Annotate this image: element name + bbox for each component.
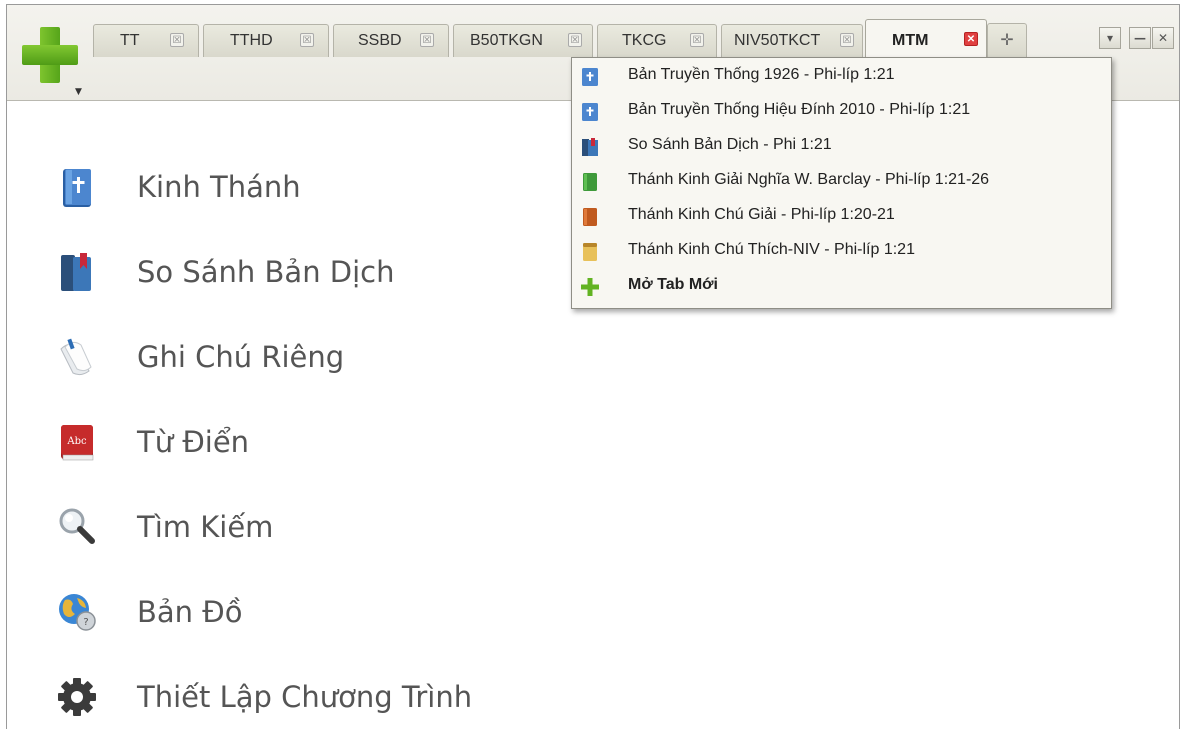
- tab-label: NIV50TKCT: [734, 32, 821, 49]
- menu-label: Ghi Chú Riêng: [137, 340, 345, 374]
- tab-close-icon[interactable]: ☒: [568, 33, 582, 47]
- search-icon: [59, 508, 95, 544]
- menu-label: Từ Điển: [137, 425, 250, 459]
- open-tabs-dropdown: Bản Truyền Thống 1926 - Phi-líp 1:21 Bản…: [571, 57, 1112, 309]
- tab-label: TT: [120, 32, 140, 49]
- dropdown-item[interactable]: Thánh Kinh Chú Thích-NIV - Phi-líp 1:21: [572, 233, 1111, 269]
- dropdown-item-label: Thánh Kinh Chú Giải - Phi-líp 1:20-21: [628, 206, 895, 223]
- tab-tkcg[interactable]: TKCG ☒: [597, 24, 717, 57]
- dropdown-item[interactable]: So Sánh Bản Dịch - Phi 1:21: [572, 128, 1111, 164]
- tab-label: TKCG: [622, 32, 667, 49]
- menu-label: Thiết Lập Chương Trình: [137, 680, 473, 714]
- new-tab-menu-button[interactable]: ▼: [13, 13, 93, 97]
- menu-item-so-sanh-ban-dich[interactable]: So Sánh Bản Dịch: [47, 242, 567, 302]
- chevron-down-icon: ▼: [75, 87, 82, 97]
- tab-list-button[interactable]: ▾: [1099, 27, 1121, 49]
- yellow-book-icon: [583, 243, 597, 261]
- menu-label: Kinh Thánh: [137, 170, 301, 204]
- dropdown-item-label: Bản Truyền Thống Hiệu Đính 2010 - Phi-lí…: [628, 101, 971, 118]
- tab-label: B50TKGN: [470, 32, 543, 49]
- dropdown-item[interactable]: Bản Truyền Thống Hiệu Đính 2010 - Phi-lí…: [572, 93, 1111, 129]
- dropdown-item-label: Mở Tab Mới: [628, 276, 718, 293]
- tab-close-icon[interactable]: ☒: [420, 33, 434, 47]
- tab-label: SSBD: [358, 32, 402, 49]
- close-button[interactable]: ✕: [1152, 27, 1174, 49]
- menu-item-tim-kiem[interactable]: Tìm Kiếm: [47, 497, 567, 557]
- plus-icon: [581, 278, 599, 296]
- tab-mtm[interactable]: MTM ✕: [865, 19, 987, 57]
- tab-label: MTM: [892, 32, 929, 49]
- svg-text:Abc: Abc: [66, 436, 87, 447]
- gear-icon: [58, 678, 96, 716]
- menu-item-thiet-lap-chuong-trinh[interactable]: Thiết Lập Chương Trình: [47, 667, 567, 727]
- dropdown-item-label: Bản Truyền Thống 1926 - Phi-líp 1:21: [628, 66, 895, 83]
- tab-ssbd[interactable]: SSBD ☒: [333, 24, 449, 57]
- add-tab-button[interactable]: ✛: [987, 23, 1027, 57]
- bible-icon: [582, 68, 598, 86]
- menu-item-ghi-chu-rieng[interactable]: Ghi Chú Riêng: [47, 327, 567, 387]
- svg-text:?: ?: [83, 617, 88, 628]
- dropdown-item-label: Thánh Kinh Giải Nghĩa W. Barclay - Phi-l…: [628, 171, 990, 188]
- menu-label: So Sánh Bản Dịch: [137, 255, 395, 289]
- dropdown-item[interactable]: Bản Truyền Thống 1926 - Phi-líp 1:21: [572, 58, 1111, 94]
- compare-books-icon: [61, 253, 91, 291]
- tab-close-icon[interactable]: ☒: [690, 33, 704, 47]
- tab-close-icon[interactable]: ☒: [170, 33, 184, 47]
- orange-book-icon: [583, 208, 597, 226]
- dropdown-item-new-tab[interactable]: Mở Tab Mới: [572, 268, 1111, 304]
- menu-item-kinh-thanh[interactable]: Kinh Thánh: [47, 157, 567, 217]
- bible-icon: [63, 169, 91, 207]
- menu-label: Bản Đồ: [137, 595, 243, 629]
- menu-item-tu-dien[interactable]: Abc Từ Điển: [47, 412, 567, 472]
- tab-close-icon[interactable]: ✕: [964, 32, 978, 46]
- menu-item-ban-do[interactable]: ? Bản Đồ: [47, 582, 567, 642]
- minimize-button[interactable]: —: [1129, 27, 1151, 49]
- tab-niv50tkct[interactable]: NIV50TKCT ☒: [721, 24, 863, 57]
- tab-label: TTHD: [230, 32, 273, 49]
- tab-tthd[interactable]: TTHD ☒: [203, 24, 329, 57]
- plus-icon-bar: [22, 45, 78, 65]
- dropdown-item-label: Thánh Kinh Chú Thích-NIV - Phi-líp 1:21: [628, 241, 915, 258]
- tab-b50tkgn[interactable]: B50TKGN ☒: [453, 24, 593, 57]
- bible-icon: [582, 103, 598, 121]
- dropdown-item-label: So Sánh Bản Dịch - Phi 1:21: [628, 136, 832, 153]
- tab-close-icon[interactable]: ☒: [300, 33, 314, 47]
- menu-label: Tìm Kiếm: [137, 510, 274, 544]
- dropdown-item[interactable]: Thánh Kinh Giải Nghĩa W. Barclay - Phi-l…: [572, 163, 1111, 199]
- tab-tt[interactable]: TT ☒: [93, 24, 199, 57]
- tab-close-icon[interactable]: ☒: [840, 33, 854, 47]
- dictionary-icon: Abc: [61, 425, 94, 461]
- dropdown-item[interactable]: Thánh Kinh Chú Giải - Phi-líp 1:20-21: [572, 198, 1111, 234]
- plus-small-icon: ✛: [1000, 30, 1014, 49]
- green-book-icon: [583, 173, 597, 191]
- globe-icon: ?: [59, 594, 96, 631]
- notes-icon: [60, 338, 92, 376]
- compare-books-icon: [582, 138, 598, 156]
